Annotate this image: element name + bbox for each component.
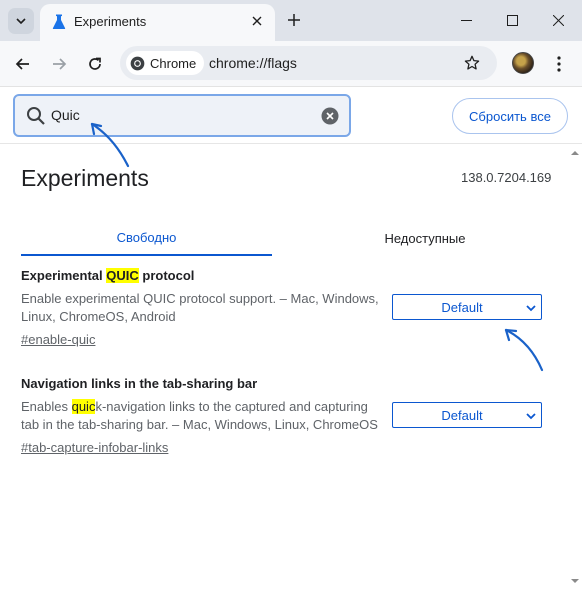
scroll-up-arrow-icon[interactable] — [570, 148, 580, 158]
tab-search-button[interactable] — [8, 8, 34, 34]
arrow-right-icon — [53, 58, 67, 70]
tab-title: Experiments — [74, 14, 147, 29]
more-vert-icon — [557, 56, 561, 72]
chevron-down-icon — [526, 413, 536, 420]
maximize-icon — [506, 14, 518, 26]
site-info-chip[interactable]: Chrome — [126, 51, 205, 75]
new-tab-button[interactable] — [283, 9, 305, 31]
chevron-down-icon — [526, 305, 536, 312]
star-icon — [464, 55, 480, 70]
reset-all-button[interactable]: Сбросить все — [452, 98, 568, 134]
flags-search-box[interactable]: Quic — [13, 94, 351, 137]
select-value: Default — [441, 300, 483, 315]
flag-title-text: protocol — [138, 268, 195, 283]
close-icon — [552, 14, 564, 26]
chip-label: Chrome — [150, 55, 197, 71]
select-value: Default — [441, 408, 483, 423]
flag-title: Experimental QUIC protocol — [21, 267, 381, 285]
flag-title-text: Experimental — [21, 268, 107, 283]
bookmark-button[interactable] — [461, 52, 483, 74]
version-label: 138.0.7204.169 — [461, 170, 552, 185]
maximize-button[interactable] — [498, 7, 526, 33]
scroll-down-arrow-icon[interactable] — [570, 576, 580, 586]
address-bar[interactable]: Chrome chrome://flags — [120, 46, 497, 80]
annotation-arrow-icon — [90, 122, 130, 168]
flag-description-text: Enable experimental QUIC protocol suppor… — [21, 291, 379, 324]
close-icon — [252, 16, 262, 26]
flag-item: Experimental QUIC protocol Enable experi… — [21, 267, 381, 349]
minimize-icon — [460, 19, 472, 21]
tab-unavailable[interactable]: Недоступные — [300, 220, 550, 256]
flag-description-text: Enables — [21, 399, 72, 414]
flask-icon — [52, 14, 66, 29]
chrome-menu-button[interactable] — [549, 51, 569, 77]
search-icon — [27, 107, 45, 125]
url-text: chrome://flags — [209, 55, 297, 71]
flag-title-text: Navigation links in the tab-sharing bar — [21, 376, 258, 391]
tab-close-button[interactable] — [247, 11, 267, 31]
flag-permalink[interactable]: #enable-quic — [21, 331, 95, 349]
search-input[interactable]: Quic — [51, 107, 80, 123]
tab-available[interactable]: Свободно — [21, 220, 272, 256]
profile-avatar[interactable] — [512, 52, 534, 74]
forward-button[interactable] — [46, 51, 72, 77]
chevron-down-icon — [16, 18, 26, 25]
reload-icon — [89, 57, 101, 70]
flag-description: Enables quick-navigation links to the ca… — [21, 398, 381, 434]
plus-icon — [288, 14, 300, 26]
search-highlight: QUIC — [106, 268, 139, 283]
flag-item: Navigation links in the tab-sharing bar … — [21, 375, 381, 457]
reload-button[interactable] — [82, 51, 108, 77]
search-highlight: quic — [71, 399, 96, 414]
tab-strip: Experiments — [0, 0, 582, 41]
annotation-arrow-icon — [504, 328, 544, 372]
chrome-logo-icon — [130, 56, 145, 70]
close-window-button[interactable] — [544, 7, 572, 33]
back-button[interactable] — [10, 51, 36, 77]
minimize-button[interactable] — [452, 7, 480, 33]
flag-state-select[interactable]: Default — [392, 294, 542, 320]
clear-search-icon[interactable] — [321, 107, 339, 125]
flag-description: Enable experimental QUIC protocol suppor… — [21, 290, 381, 326]
active-tab[interactable]: Experiments — [40, 4, 275, 41]
flag-state-select[interactable]: Default — [392, 402, 542, 428]
flag-title: Navigation links in the tab-sharing bar — [21, 375, 381, 393]
flag-permalink[interactable]: #tab-capture-infobar-links — [21, 439, 168, 457]
arrow-left-icon — [15, 58, 29, 70]
browser-toolbar: Chrome chrome://flags — [0, 41, 582, 87]
